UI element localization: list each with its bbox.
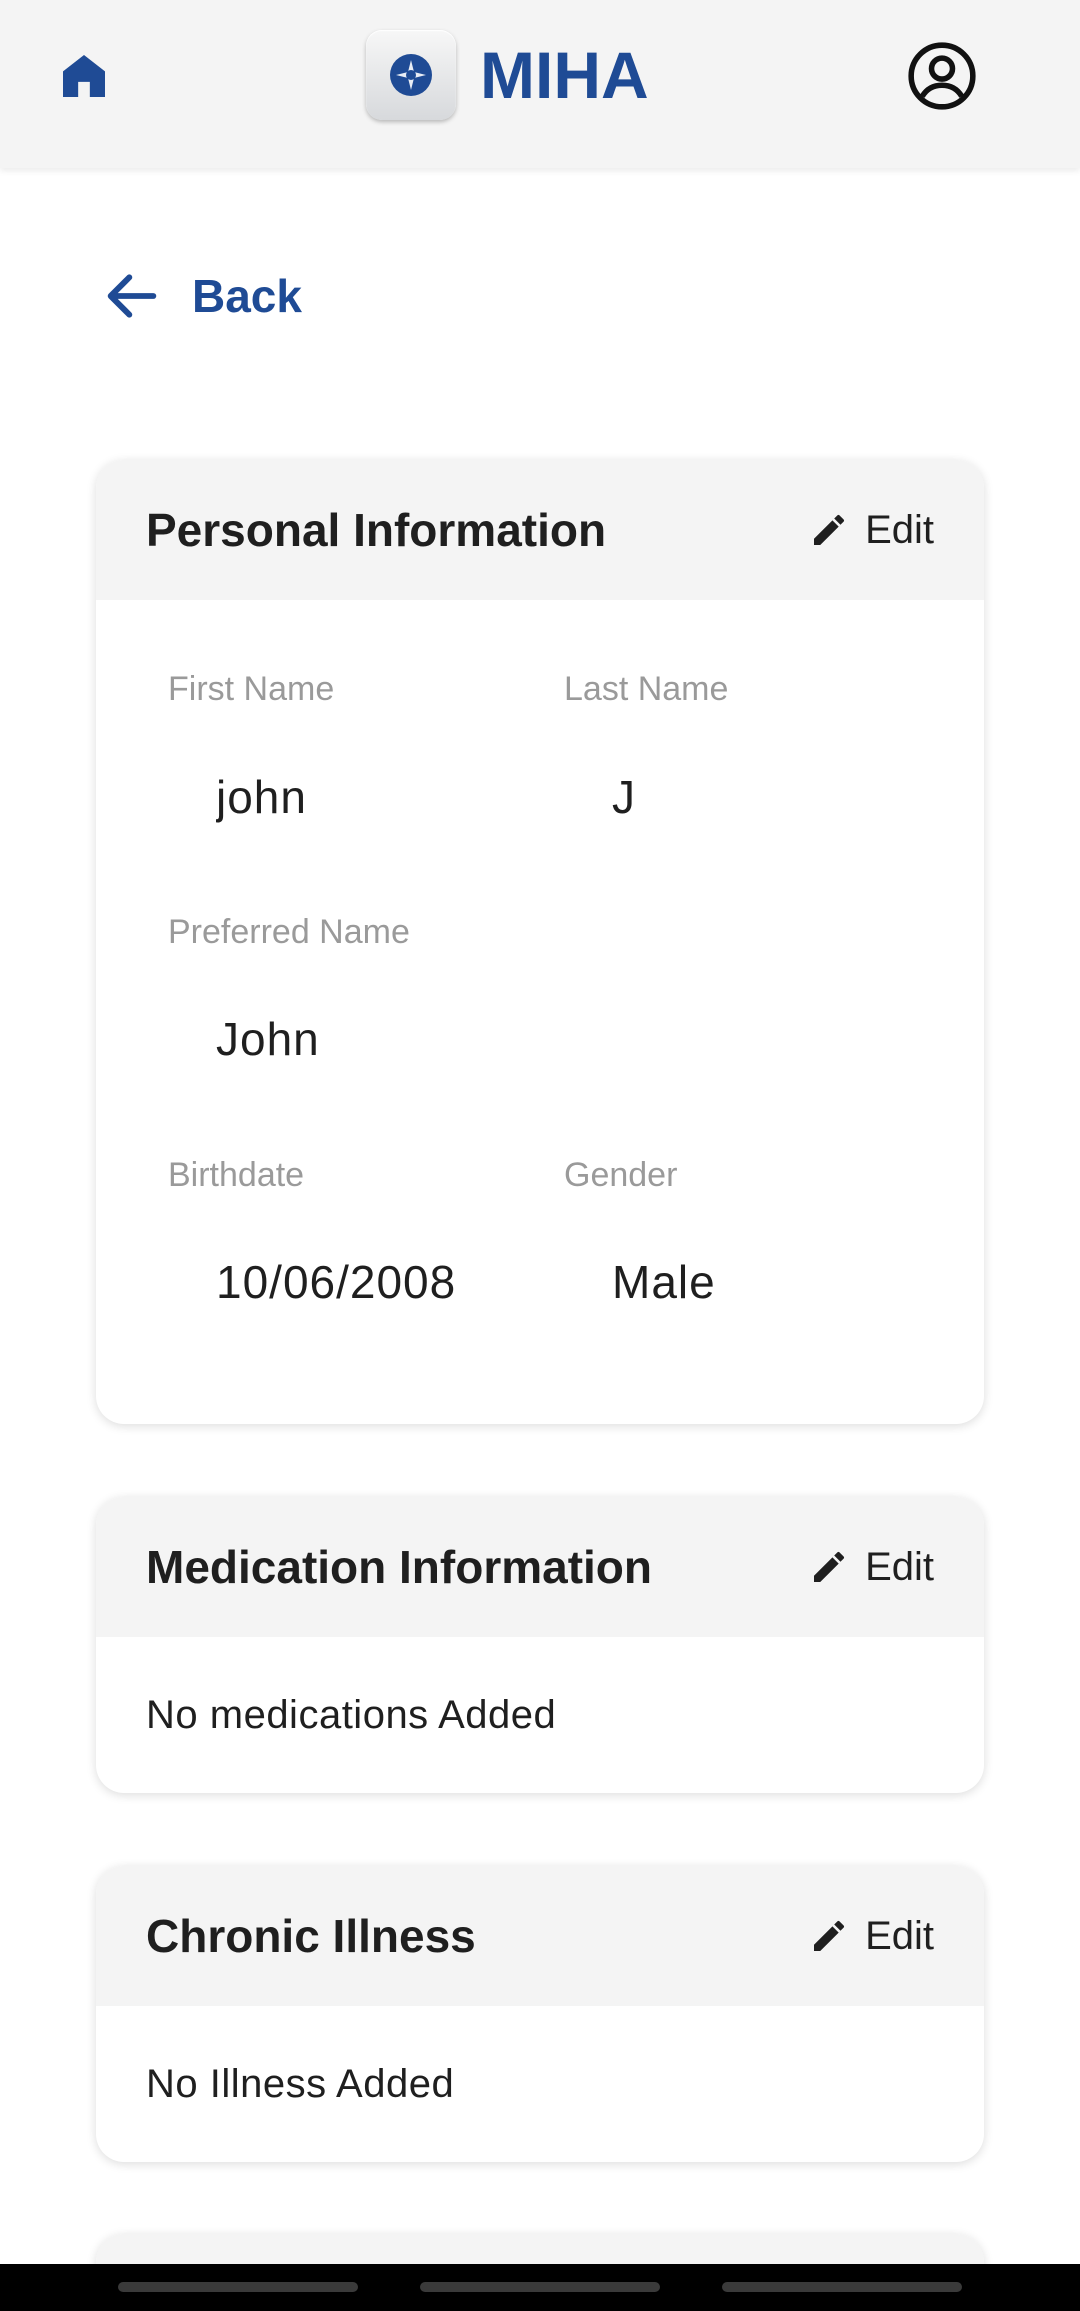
home-button[interactable] [52, 44, 116, 108]
app-header: MIHA [0, 0, 1080, 168]
back-button[interactable]: Back [100, 264, 302, 328]
pencil-icon [814, 514, 845, 545]
card-header: Medication Information Edit [96, 1497, 984, 1637]
nav-pill[interactable] [420, 2282, 660, 2292]
pencil-icon [814, 1920, 845, 1951]
back-label: Back [192, 270, 302, 322]
medication-information-card: Medication Information Edit No medicatio… [96, 1497, 984, 1793]
preferred-name-value: John [216, 1013, 320, 1065]
profile-button[interactable] [902, 36, 982, 116]
pencil-icon [814, 1551, 845, 1582]
chronic-illness-card: Chronic Illness Edit No Illness Added [96, 1866, 984, 2162]
edit-medication-information-button[interactable]: Edit [809, 1545, 934, 1590]
system-navigation-bar [0, 2264, 1080, 2311]
logo-badge-icon [366, 30, 456, 120]
birthdate-value: 10/06/2008 [216, 1256, 457, 1308]
nav-pill[interactable] [118, 2282, 358, 2292]
card-title: Chronic Illness [146, 1910, 476, 1962]
first-name-label: First Name [168, 670, 335, 708]
medication-empty-text: No medications Added [146, 1693, 557, 1737]
chronic-illness-empty-text: No Illness Added [146, 2062, 455, 2106]
card-title: Personal Information [146, 504, 607, 556]
first-name-value: john [216, 771, 307, 823]
account-circle-icon [908, 42, 976, 110]
edit-personal-information-button[interactable]: Edit [809, 508, 934, 553]
edit-label: Edit [865, 1544, 934, 1589]
gender-value: Male [612, 1256, 716, 1308]
last-name-value: J [612, 771, 636, 823]
edit-chronic-illness-button[interactable]: Edit [809, 1914, 934, 1959]
home-icon [63, 55, 105, 97]
personal-information-card: Personal Information Edit First Name joh… [96, 460, 984, 1424]
app-logo: MIHA [366, 28, 649, 122]
card-header: Personal Information Edit [96, 460, 984, 600]
arrow-left-icon [107, 274, 157, 318]
last-name-label: Last Name [564, 670, 729, 708]
card-header: Chronic Illness Edit [96, 1866, 984, 2006]
birthdate-label: Birthdate [168, 1156, 305, 1194]
edit-label: Edit [865, 507, 934, 552]
page: MIHA Back Personal Information Edit Firs… [0, 0, 1080, 2311]
gender-label: Gender [564, 1156, 678, 1194]
preferred-name-label: Preferred Name [168, 913, 410, 951]
edit-label: Edit [865, 1913, 934, 1958]
card-title: Medication Information [146, 1541, 652, 1593]
nav-pill[interactable] [722, 2282, 962, 2292]
app-name: MIHA [480, 38, 649, 112]
